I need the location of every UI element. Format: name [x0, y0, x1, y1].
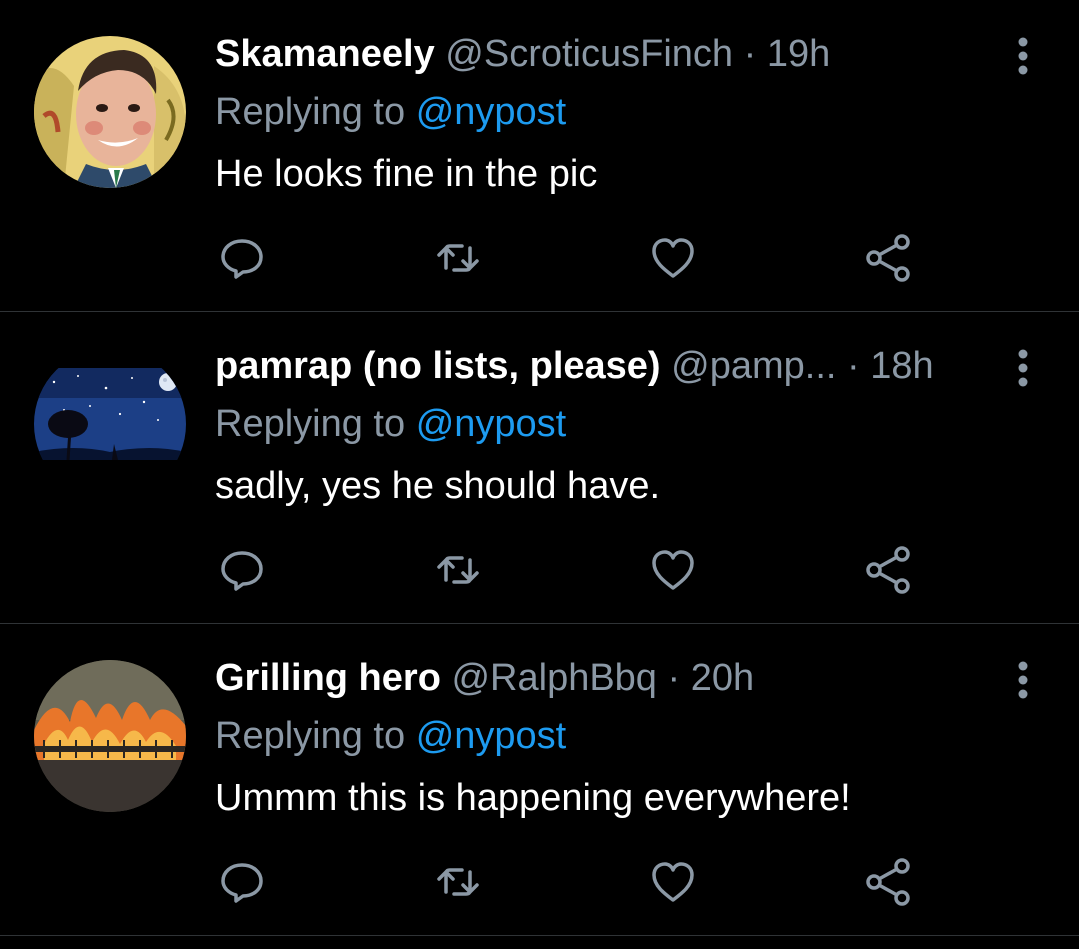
divider [0, 935, 1079, 936]
replying-to-label: Replying to [215, 91, 406, 133]
like-icon [652, 862, 694, 902]
share-button[interactable] [860, 542, 916, 598]
reply-tweet[interactable]: Skamaneely @ScroticusFinch · 19h Replyin… [0, 0, 1079, 311]
timestamp[interactable]: 19h [767, 33, 830, 75]
like-icon [652, 238, 694, 278]
retweet-button[interactable] [430, 854, 486, 910]
retweet-button[interactable] [430, 230, 486, 286]
separator-dot: · [667, 657, 681, 699]
share-button[interactable] [860, 230, 916, 286]
display-name[interactable]: Grilling hero [215, 657, 441, 699]
reply-icon [221, 863, 263, 903]
more-options-button[interactable] [1008, 36, 1038, 76]
tweet-header: Skamaneely @ScroticusFinch · 19h [215, 30, 989, 78]
replying-to-mention[interactable]: @nypost [416, 91, 567, 133]
timestamp[interactable]: 18h [870, 345, 933, 387]
replying-to-mention[interactable]: @nypost [416, 403, 567, 445]
replying-to-line: Replying to @nypost [215, 88, 566, 136]
illustrated-man-avatar-icon [34, 36, 186, 188]
more-options-button[interactable] [1008, 348, 1038, 388]
reply-button[interactable] [214, 230, 270, 286]
tweet-header: pamrap (no lists, please) @pamp... · 18h [215, 342, 989, 390]
more-vertical-icon [1018, 661, 1028, 699]
replying-to-mention[interactable]: @nypost [416, 715, 567, 757]
display-name[interactable]: pamrap (no lists, please) [215, 345, 661, 387]
user-handle[interactable]: @pamp... [671, 345, 836, 387]
share-icon [866, 858, 910, 906]
replying-to-line: Replying to @nypost [215, 400, 566, 448]
separator-dot: · [847, 345, 860, 387]
more-options-button[interactable] [1008, 660, 1038, 700]
tweet-actions [0, 230, 1079, 286]
retweet-icon [437, 556, 479, 584]
reply-feed: Skamaneely @ScroticusFinch · 19h Replyin… [0, 0, 1079, 949]
like-button[interactable] [645, 230, 701, 286]
like-button[interactable] [645, 854, 701, 910]
like-button[interactable] [645, 542, 701, 598]
reply-button[interactable] [214, 854, 270, 910]
retweet-icon [437, 868, 479, 896]
display-name[interactable]: Skamaneely [215, 33, 435, 75]
tweet-header: Grilling hero @RalphBbq · 20h [215, 654, 989, 702]
share-icon [866, 234, 910, 282]
more-vertical-icon [1018, 37, 1028, 75]
retweet-icon [437, 244, 479, 272]
replying-to-line: Replying to @nypost [215, 712, 566, 760]
night-sky-avatar-icon [34, 348, 186, 500]
tweet-actions [0, 542, 1079, 598]
like-icon [652, 550, 694, 590]
grill-fire-avatar-icon [34, 660, 186, 812]
user-handle[interactable]: @RalphBbq [451, 657, 656, 699]
tweet-text: Ummm this is happening everywhere! [215, 777, 851, 819]
replying-to-label: Replying to [215, 403, 406, 445]
retweet-button[interactable] [430, 542, 486, 598]
replying-to-label: Replying to [215, 715, 406, 757]
more-vertical-icon [1018, 349, 1028, 387]
reply-icon [221, 551, 263, 591]
tweet-text: He looks fine in the pic [215, 153, 598, 195]
reply-icon [221, 239, 263, 279]
avatar[interactable] [34, 348, 186, 500]
separator-dot: · [743, 33, 757, 75]
avatar[interactable] [34, 36, 186, 188]
tweet-text: sadly, yes he should have. [215, 465, 661, 507]
reply-tweet[interactable]: pamrap (no lists, please) @pamp... · 18h… [0, 312, 1079, 623]
timestamp[interactable]: 20h [691, 657, 754, 699]
reply-tweet[interactable]: Grilling hero @RalphBbq · 20h Replying t… [0, 624, 1079, 935]
share-icon [866, 546, 910, 594]
reply-button[interactable] [214, 542, 270, 598]
avatar[interactable] [34, 660, 186, 812]
user-handle[interactable]: @ScroticusFinch [445, 33, 733, 75]
share-button[interactable] [860, 854, 916, 910]
tweet-actions [0, 854, 1079, 910]
